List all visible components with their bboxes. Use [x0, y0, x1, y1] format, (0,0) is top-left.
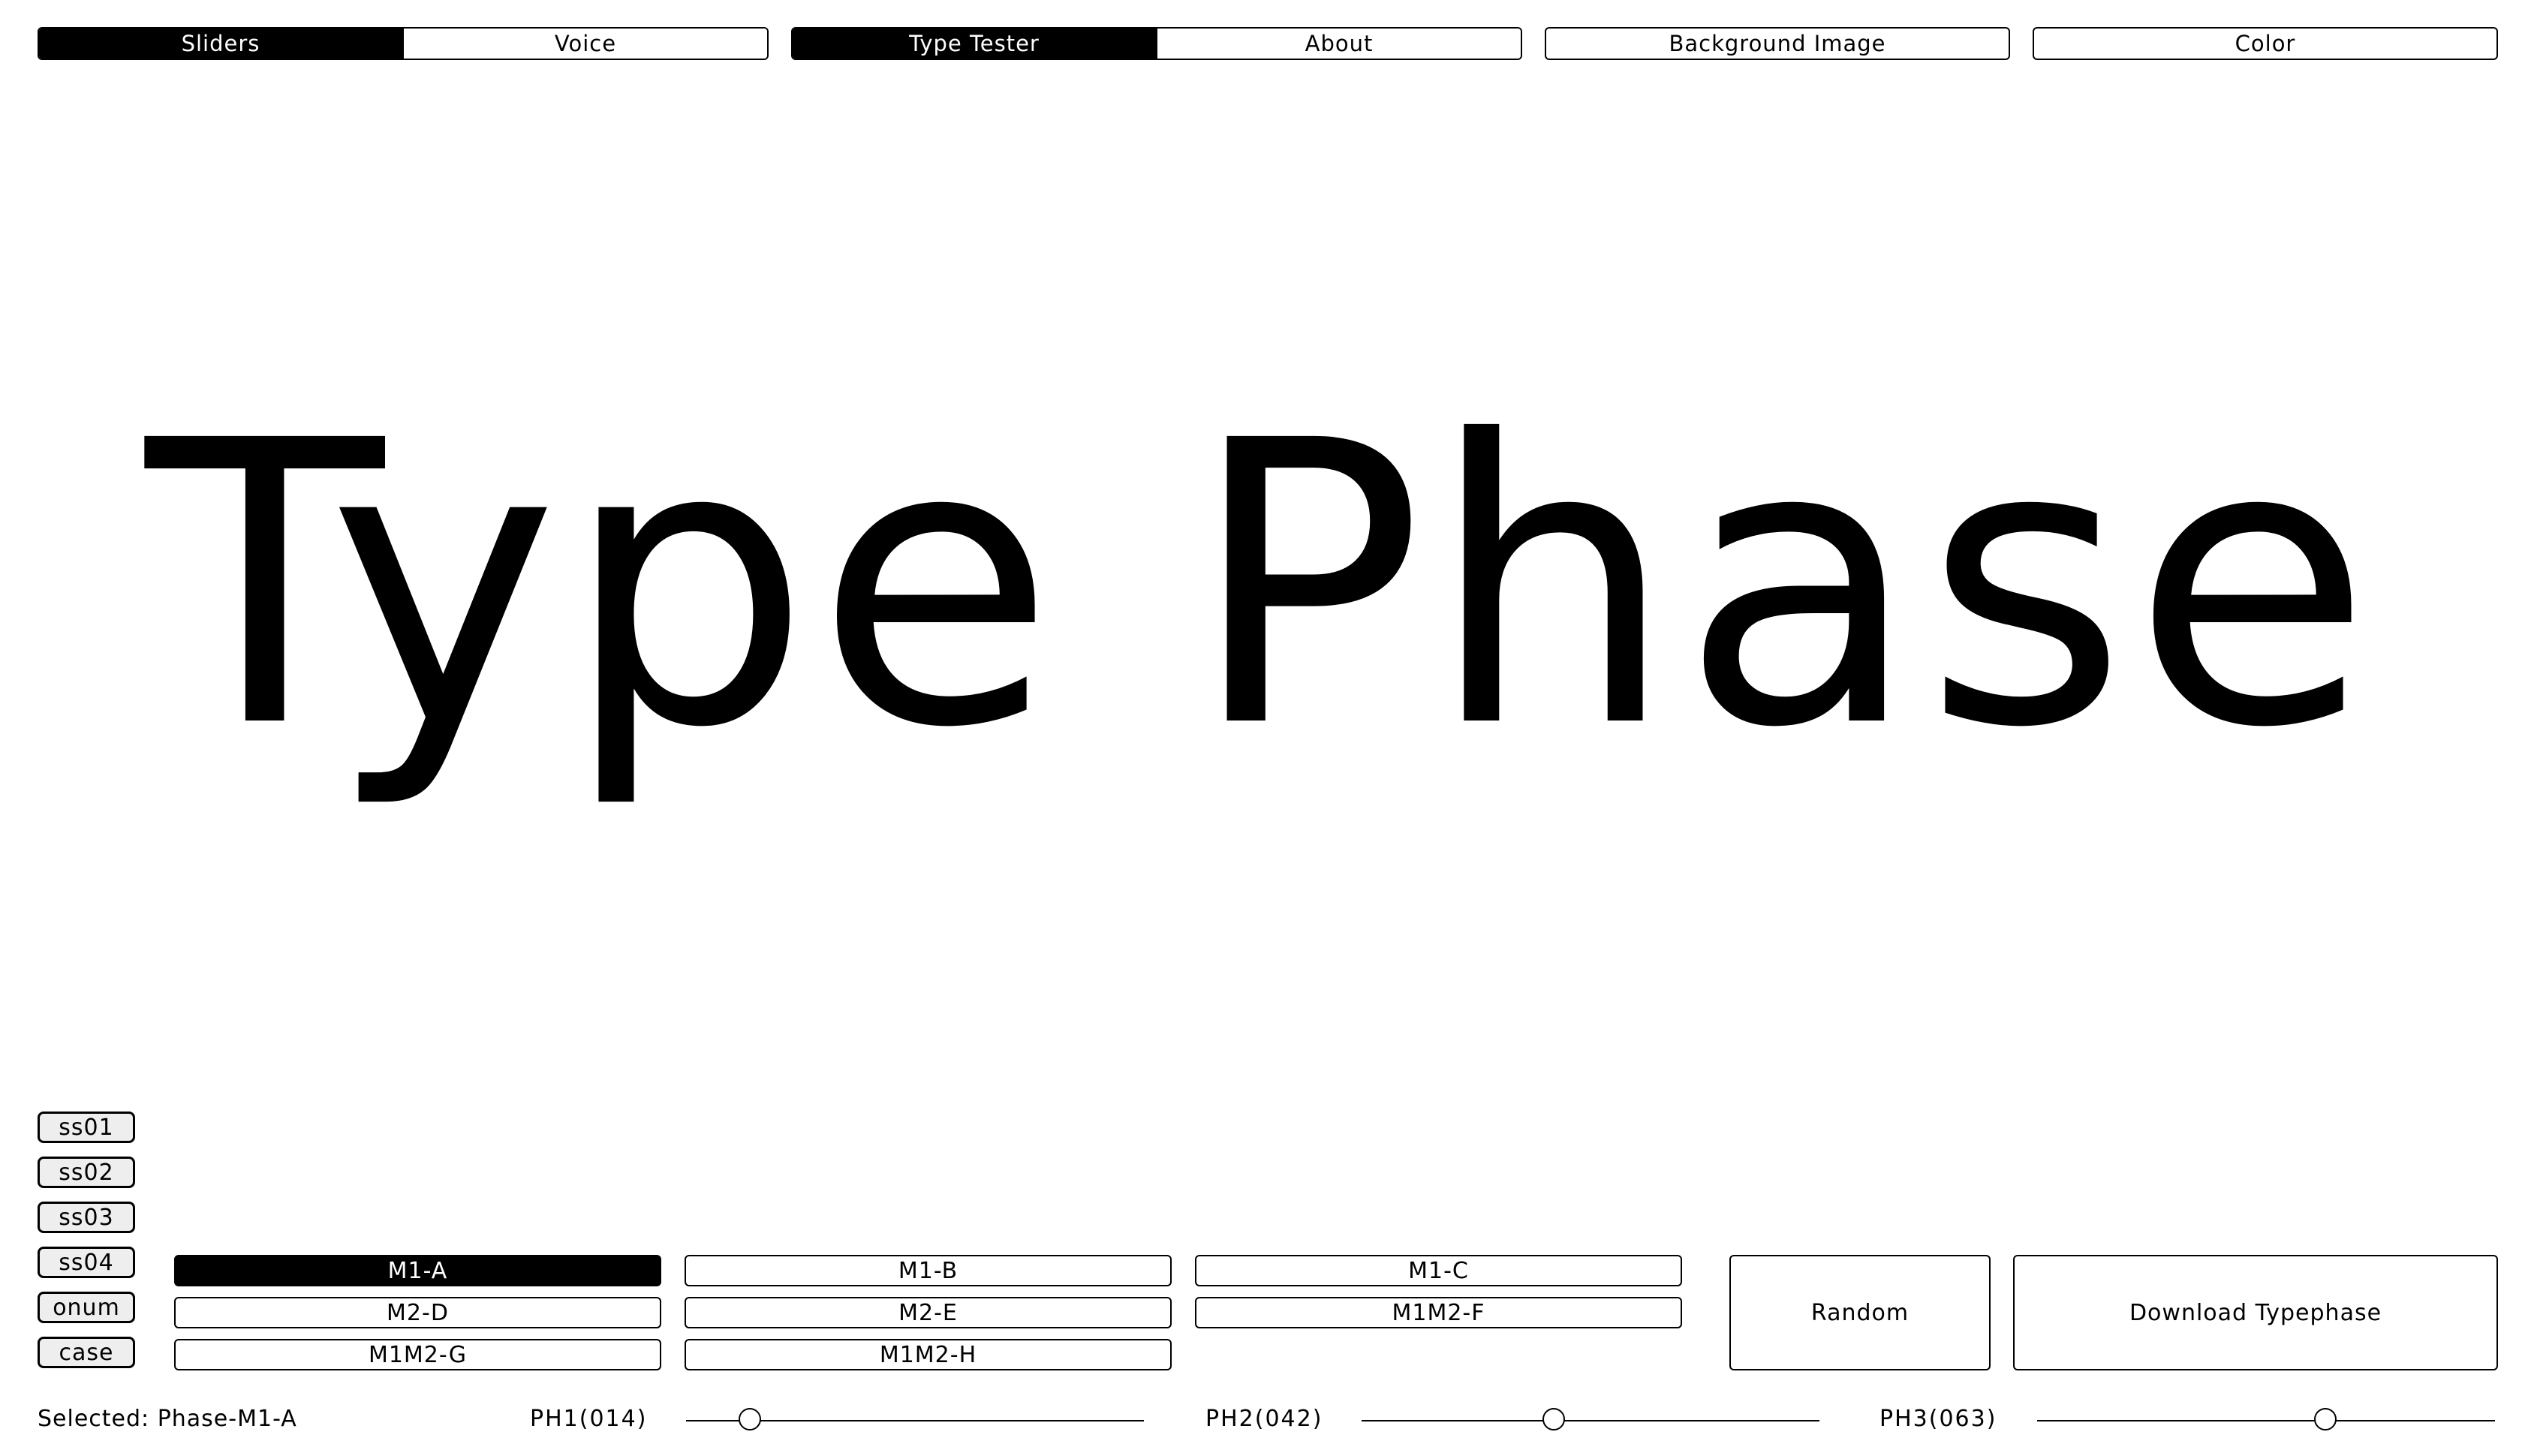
ph3-slider-track[interactable] — [2037, 1408, 2495, 1430]
background-image-button[interactable]: Background Image — [1545, 27, 2010, 60]
phase-m2-e-button[interactable]: M2-E — [685, 1297, 1172, 1328]
phase-m2-d-button[interactable]: M2-D — [174, 1297, 661, 1328]
feature-ss03-toggle[interactable]: ss03 — [38, 1202, 135, 1233]
phase-m1-b-button[interactable]: M1-B — [685, 1255, 1172, 1286]
phase-m1-c-button[interactable]: M1-C — [1195, 1255, 1682, 1286]
random-button[interactable]: Random — [1729, 1255, 1991, 1370]
ph3-slider-thumb[interactable] — [2314, 1408, 2337, 1430]
feature-case-toggle[interactable]: case — [38, 1337, 135, 1368]
tab-about[interactable]: About — [1156, 29, 1521, 59]
view-tab-group: Type Tester About — [791, 27, 1522, 60]
feature-onum-toggle[interactable]: onum — [38, 1292, 135, 1323]
selected-phase-status: Selected: Phase-M1-A — [38, 1406, 297, 1432]
ph2-slider-track[interactable] — [1362, 1408, 1819, 1430]
phase-m1m2-f-button[interactable]: M1M2-F — [1195, 1297, 1682, 1328]
ph1-slider-track[interactable] — [686, 1408, 1144, 1430]
color-button[interactable]: Color — [2033, 27, 2498, 60]
specimen-text[interactable]: Type Phase — [146, 390, 2376, 781]
feature-ss01-toggle[interactable]: ss01 — [38, 1112, 135, 1143]
ph1-slider-thumb[interactable] — [739, 1408, 762, 1430]
feature-ss04-toggle[interactable]: ss04 — [38, 1247, 135, 1278]
ph1-slider-label: PH1(014) — [530, 1406, 648, 1432]
feature-ss02-toggle[interactable]: ss02 — [38, 1157, 135, 1188]
tab-sliders[interactable]: Sliders — [39, 29, 402, 59]
tab-type-tester[interactable]: Type Tester — [793, 29, 1156, 59]
ph2-slider-label: PH2(042) — [1205, 1406, 1323, 1432]
ph3-slider-label: PH3(063) — [1879, 1406, 1997, 1432]
phase-m1m2-h-button[interactable]: M1M2-H — [685, 1339, 1172, 1370]
tab-voice[interactable]: Voice — [402, 29, 767, 59]
ph2-slider-thumb[interactable] — [1542, 1408, 1566, 1430]
phase-m1-a-button[interactable]: M1-A — [174, 1255, 661, 1286]
download-typephase-button[interactable]: Download Typephase — [2013, 1255, 2498, 1370]
phase-m1m2-g-button[interactable]: M1M2-G — [174, 1339, 661, 1370]
mode-tab-group: Sliders Voice — [38, 27, 769, 60]
type-tester-stage: Type Phase — [0, 83, 2522, 1088]
